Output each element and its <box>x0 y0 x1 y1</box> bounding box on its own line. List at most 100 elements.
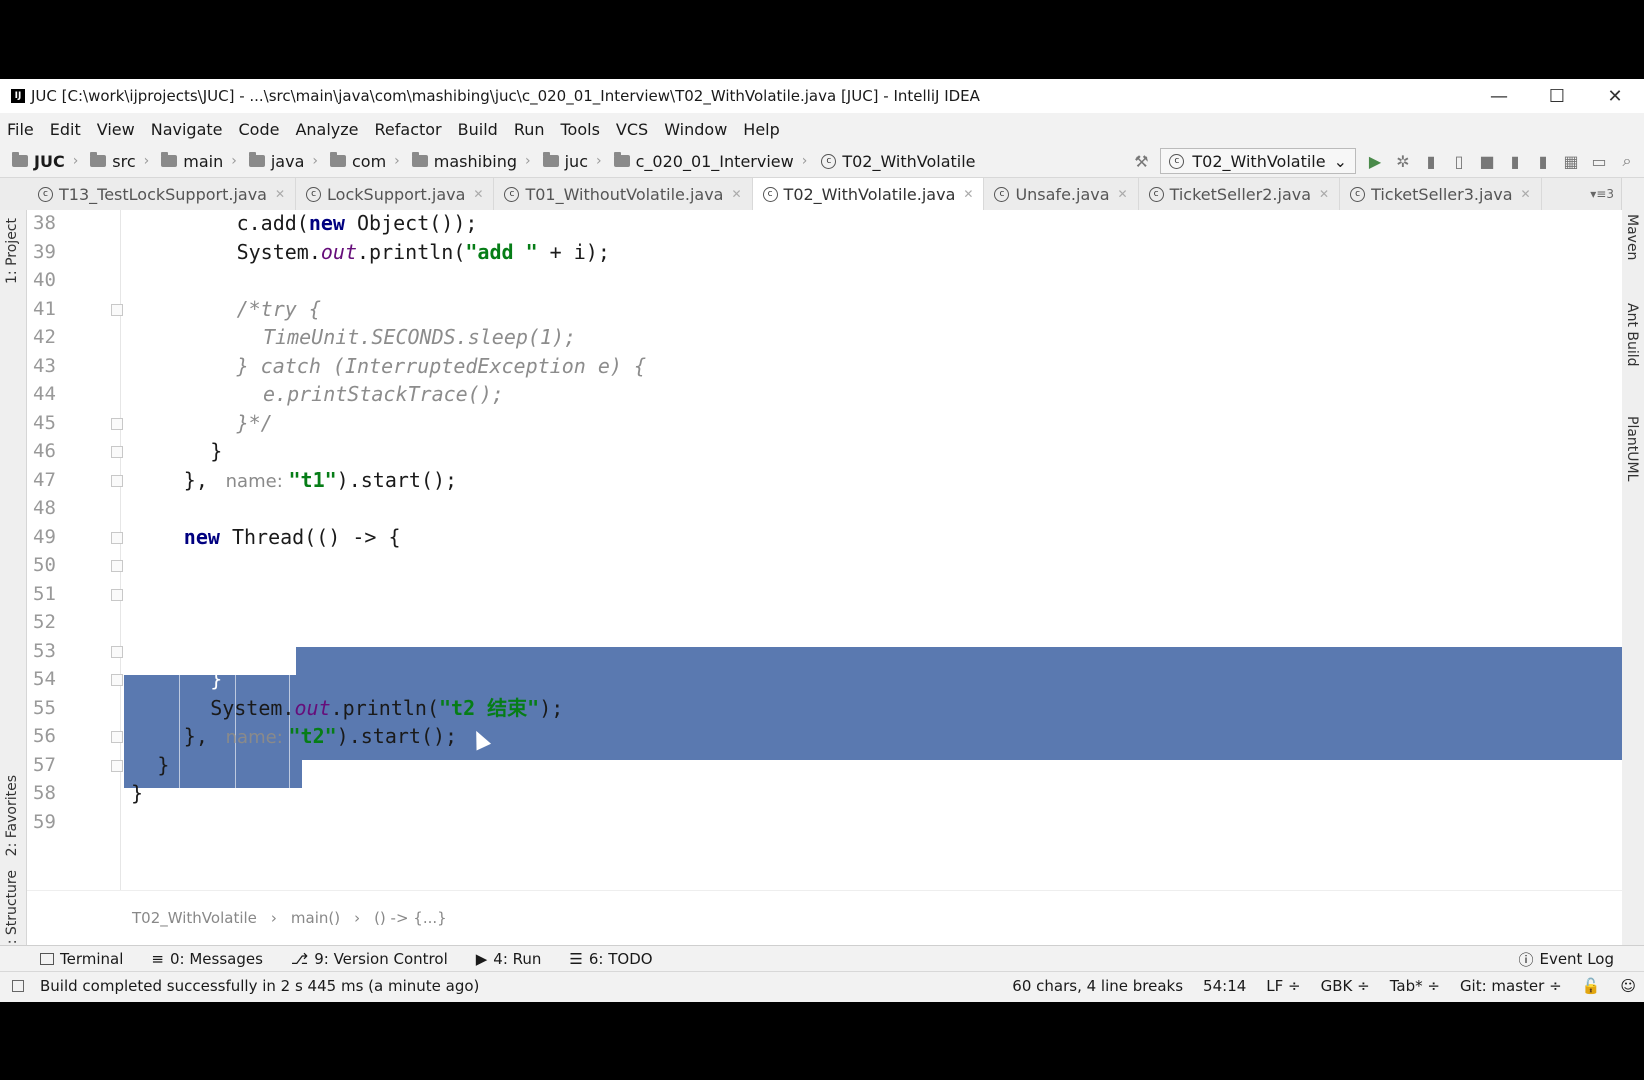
tab-unsafe[interactable]: c Unsafe.java ✕ <box>984 178 1139 210</box>
file-encoding[interactable]: GBK ÷ <box>1321 977 1370 995</box>
debug-icon[interactable]: ✲ <box>1394 152 1412 171</box>
fold-marker-icon[interactable] <box>111 560 123 572</box>
menu-edit[interactable]: Edit <box>42 120 89 139</box>
breadcrumb-lambda[interactable]: () -> {...} <box>374 909 447 927</box>
close-icon[interactable]: ✕ <box>731 187 741 201</box>
code-line[interactable]: 43} catch (InterruptedException e) { <box>27 351 1622 381</box>
code-line[interactable]: 46} <box>27 436 1622 466</box>
line-number[interactable]: 52 <box>33 607 73 637</box>
close-icon[interactable]: ✕ <box>1319 187 1329 201</box>
close-icon[interactable]: ✕ <box>1521 187 1531 201</box>
code-line[interactable]: 57} <box>27 750 1622 780</box>
line-number[interactable]: 58 <box>33 778 73 808</box>
line-separator[interactable]: LF ÷ <box>1266 977 1300 995</box>
vcs-commit-icon[interactable]: ▮ <box>1534 152 1552 171</box>
nav-crumb-juc[interactable]: juc › <box>535 152 602 171</box>
nav-crumb-interview[interactable]: c_020_01_Interview › <box>606 152 807 171</box>
nav-crumb-com[interactable]: com › <box>322 152 400 171</box>
run-tool-button[interactable]: ▶ 4: Run <box>476 950 542 968</box>
event-log-button[interactable]: ⓘ Event Log <box>1518 949 1614 970</box>
code-line[interactable]: 48 <box>27 493 1622 523</box>
close-icon[interactable]: ✕ <box>275 187 285 201</box>
close-button[interactable]: ✕ <box>1586 79 1644 113</box>
code-line[interactable]: 55 System.out.println("t2 结束"); <box>27 693 1622 723</box>
fold-marker-icon[interactable] <box>111 303 123 316</box>
favorites-tool-button[interactable]: 2: Favorites <box>4 775 20 856</box>
line-number[interactable]: 50 <box>33 550 73 580</box>
line-number[interactable]: 57 <box>33 750 73 780</box>
messages-tool-button[interactable]: ≡ 0: Messages <box>151 950 263 968</box>
code-line[interactable]: 44 e.printStackTrace(); <box>27 379 1622 409</box>
maximize-button[interactable]: ☐ <box>1528 79 1586 113</box>
minimize-button[interactable]: — <box>1470 79 1528 113</box>
code-line[interactable]: 56}, name: "t2").start(); <box>27 721 1622 751</box>
menu-file[interactable]: File <box>0 120 42 139</box>
todo-tool-button[interactable]: ☰ 6: TODO <box>569 950 652 968</box>
tab-ticketseller3[interactable]: c TicketSeller3.java ✕ <box>1340 178 1542 210</box>
line-number[interactable]: 53 <box>33 636 73 666</box>
nav-crumb-java[interactable]: java › <box>241 152 318 171</box>
tab-t01-withoutvolatile[interactable]: c T01_WithoutVolatile.java ✕ <box>494 178 753 210</box>
code-line[interactable]: 51 if(c.size() == 5) { <box>27 579 1622 609</box>
fold-marker-icon[interactable] <box>111 446 123 458</box>
fold-marker-icon[interactable] <box>111 417 123 430</box>
memory-indicator-icon[interactable]: ☺ <box>1620 977 1636 995</box>
line-number[interactable]: 54 <box>33 664 73 694</box>
line-number[interactable]: 43 <box>33 351 73 381</box>
menu-code[interactable]: Code <box>231 120 288 139</box>
menu-refactor[interactable]: Refactor <box>367 120 450 139</box>
status-toggle-icon[interactable] <box>12 979 24 992</box>
caret-position[interactable]: 54:14 <box>1203 977 1246 995</box>
menu-analyze[interactable]: Analyze <box>287 120 366 139</box>
menu-help[interactable]: Help <box>735 120 787 139</box>
code-line[interactable]: 41 /*try { <box>27 294 1622 324</box>
code-line[interactable]: 47}, name: "t1").start(); <box>27 465 1622 495</box>
code-line[interactable]: 58} <box>27 778 1622 808</box>
line-number[interactable]: 41 <box>33 294 73 324</box>
menu-vcs[interactable]: VCS <box>608 120 656 139</box>
fold-marker-icon[interactable] <box>111 674 123 686</box>
menu-navigate[interactable]: Navigate <box>143 120 231 139</box>
tab-t13-testlocksupport[interactable]: c T13_TestLockSupport.java ✕ <box>28 178 297 210</box>
nav-project[interactable]: JUC › <box>4 152 78 171</box>
code-line[interactable]: 40 <box>27 265 1622 295</box>
line-number[interactable]: 38 <box>33 210 73 238</box>
code-line[interactable]: 39 System.out.println("add " + i); <box>27 237 1622 267</box>
profile-icon[interactable]: ▯ <box>1450 152 1468 171</box>
nav-crumb-file[interactable]: c T02_WithVolatile <box>811 152 976 171</box>
fold-marker-icon[interactable] <box>111 474 123 487</box>
code-line[interactable]: 54} <box>27 664 1622 694</box>
line-number[interactable]: 55 <box>33 693 73 723</box>
fold-marker-icon[interactable] <box>111 588 123 601</box>
code-line[interactable]: 59 <box>27 807 1622 837</box>
code-line[interactable]: 49 new Thread(() -> { <box>27 522 1622 552</box>
line-number[interactable]: 45 <box>33 408 73 438</box>
nav-crumb-main[interactable]: main › <box>153 152 237 171</box>
plantuml-tool-button[interactable]: PlantUML <box>1624 416 1640 481</box>
indent-setting[interactable]: Tab* ÷ <box>1390 977 1440 995</box>
tab-ticketseller2[interactable]: c TicketSeller2.java ✕ <box>1139 178 1341 210</box>
version-control-tool-button[interactable]: ⎇ 9: Version Control <box>291 950 448 968</box>
tab-locksupport[interactable]: c LockSupport.java ✕ <box>296 178 495 210</box>
fold-marker-icon[interactable] <box>111 731 123 743</box>
status-message[interactable]: Build completed successfully in 2 s 445 … <box>40 977 479 995</box>
menu-window[interactable]: Window <box>656 120 735 139</box>
line-number[interactable]: 39 <box>33 237 73 267</box>
code-line[interactable]: 42 TimeUnit.SECONDS.sleep(1); <box>27 322 1622 352</box>
code-line[interactable]: 52 break; <box>27 607 1622 637</box>
code-line[interactable]: 50 while(true) { <box>27 550 1622 580</box>
line-number[interactable]: 49 <box>33 522 73 552</box>
close-icon[interactable]: ✕ <box>1118 187 1128 201</box>
stop-icon[interactable]: ■ <box>1478 152 1496 171</box>
close-icon[interactable]: ✕ <box>473 187 483 201</box>
build-hammer-icon[interactable]: ⚒ <box>1132 152 1150 171</box>
line-number[interactable]: 40 <box>33 265 73 295</box>
menu-build[interactable]: Build <box>450 120 506 139</box>
ant-build-tool-button[interactable]: Ant Build <box>1624 303 1640 367</box>
sdk-icon[interactable]: ▭ <box>1590 152 1608 171</box>
line-number[interactable]: 44 <box>33 379 73 409</box>
nav-crumb-src[interactable]: src › <box>82 152 149 171</box>
breadcrumb-class[interactable]: T02_WithVolatile <box>132 909 257 927</box>
breadcrumb-method[interactable]: main() <box>291 909 340 927</box>
line-number[interactable]: 59 <box>33 807 73 837</box>
